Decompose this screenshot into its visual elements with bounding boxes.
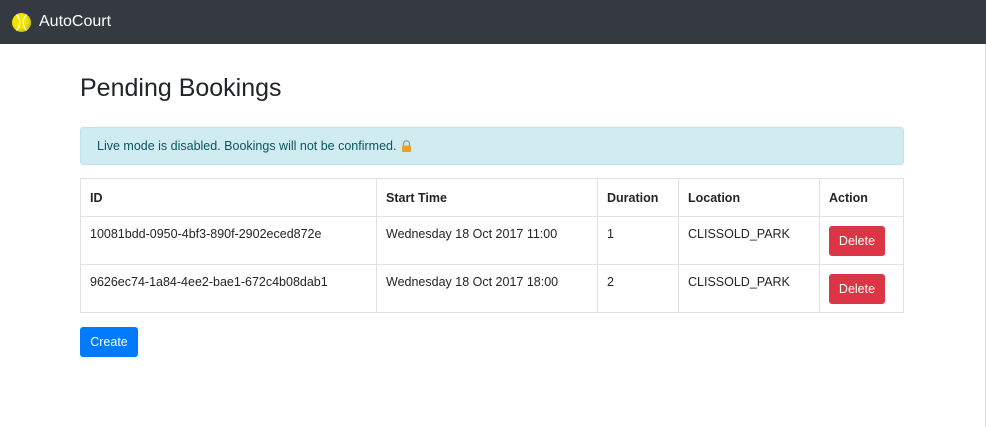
booking-duration: 1: [597, 216, 679, 265]
brand-name: AutoCourt: [39, 13, 112, 30]
create-button[interactable]: Create: [80, 327, 138, 357]
navbar: AutoCourt: [0, 0, 986, 44]
delete-button[interactable]: Delete: [829, 226, 885, 256]
page-title: Pending Bookings: [80, 74, 282, 102]
table-row: 9626ec74-1a84-4ee2-bae1-672c4b08dab1 Wed…: [80, 264, 904, 313]
booking-start-time: Wednesday 18 Oct 2017 18:00: [376, 264, 598, 313]
column-header-action: Action: [819, 178, 904, 217]
column-header-location: Location: [678, 178, 820, 217]
booking-action-cell: Delete: [819, 216, 904, 265]
booking-id: 10081bdd-0950-4bf3-890f-2902eced872e: [80, 216, 377, 265]
booking-id: 9626ec74-1a84-4ee2-bae1-672c4b08dab1: [80, 264, 377, 313]
column-header-id: ID: [80, 178, 377, 217]
lock-icon: [401, 139, 412, 155]
tennis-ball-icon: [12, 12, 31, 32]
live-mode-alert: Live mode is disabled. Bookings will not…: [80, 127, 904, 165]
booking-duration: 2: [597, 264, 679, 313]
booking-start-time: Wednesday 18 Oct 2017 11:00: [376, 216, 598, 265]
booking-location: CLISSOLD_PARK: [678, 216, 820, 265]
column-header-duration: Duration: [597, 178, 679, 217]
booking-action-cell: Delete: [819, 264, 904, 313]
alert-text: Live mode is disabled. Bookings will not…: [97, 139, 397, 153]
column-header-start-time: Start Time: [376, 178, 598, 217]
table-row: 10081bdd-0950-4bf3-890f-2902eced872e Wed…: [80, 216, 904, 265]
navbar-brand[interactable]: AutoCourt: [12, 12, 112, 32]
delete-button[interactable]: Delete: [829, 274, 885, 304]
bookings-table: ID Start Time Duration Location Action 1…: [80, 178, 904, 313]
booking-location: CLISSOLD_PARK: [678, 264, 820, 313]
table-header-row: ID Start Time Duration Location Action: [80, 178, 904, 217]
